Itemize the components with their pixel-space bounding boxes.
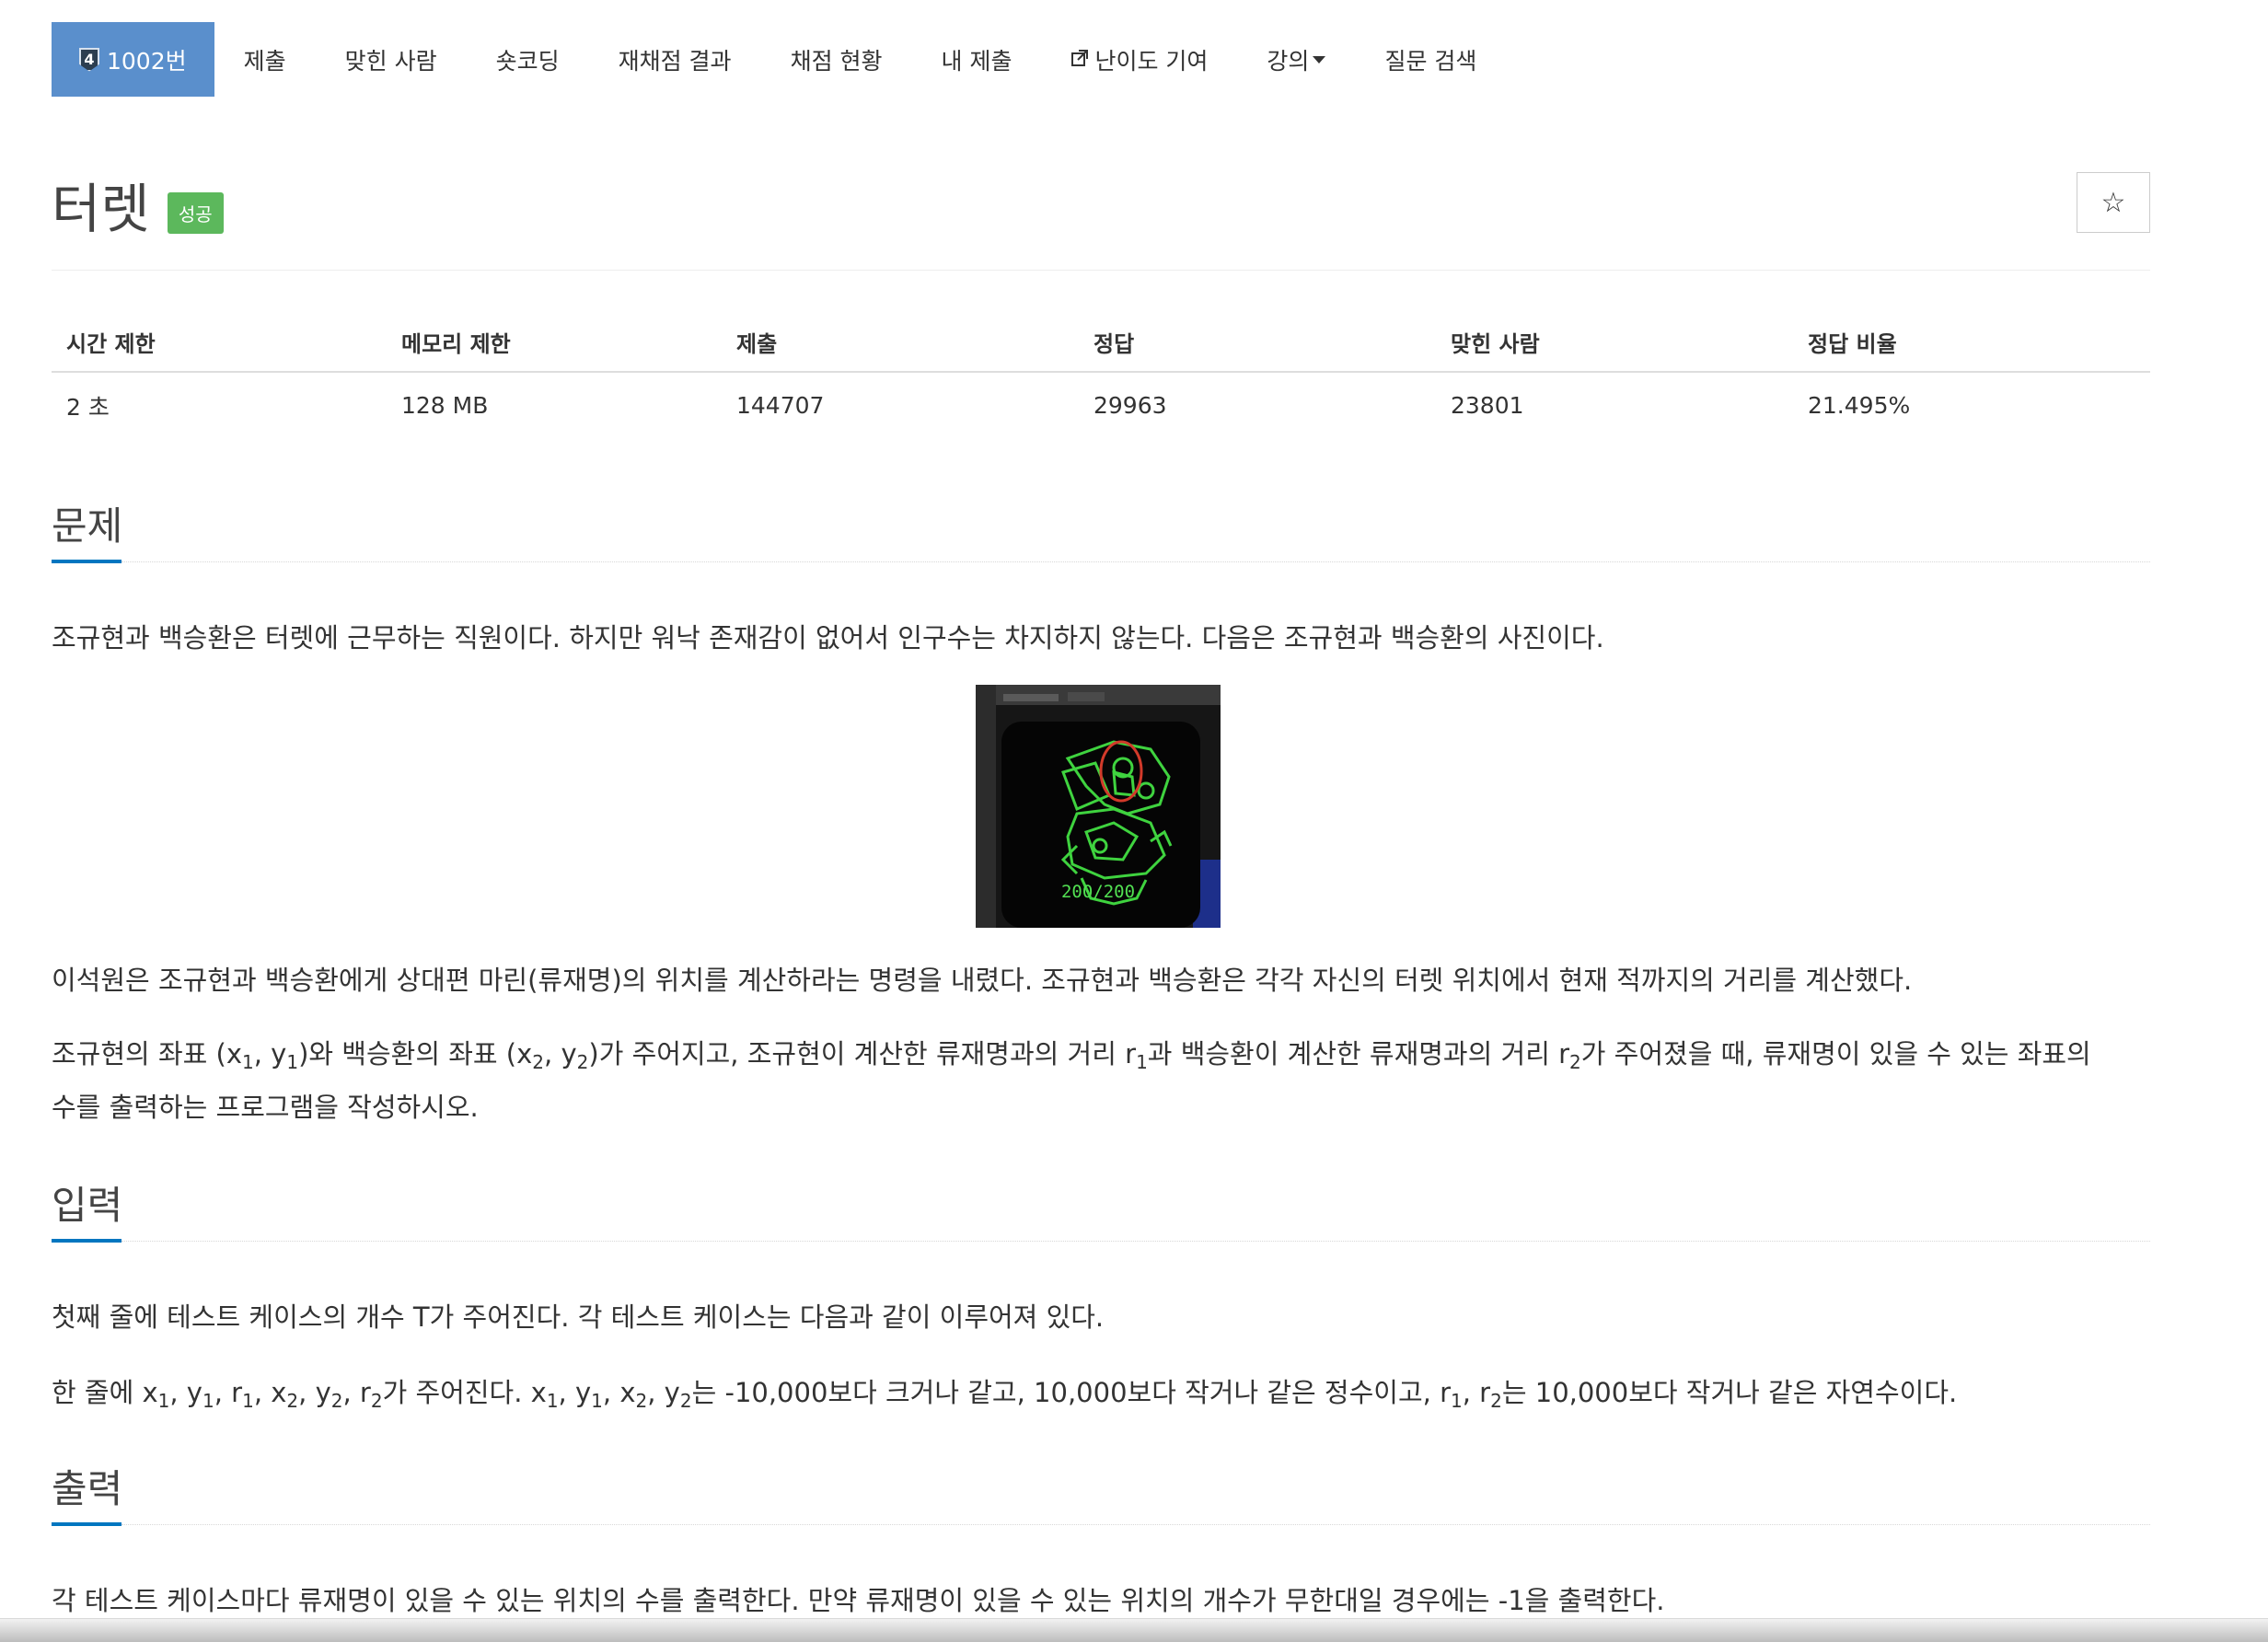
subscript: 2 (330, 1390, 343, 1412)
tab-question-search[interactable]: 질문 검색 (1355, 22, 1506, 97)
section-output-title: 출력 (52, 1466, 123, 1511)
value-ratio: 21.495% (1808, 392, 1911, 419)
subscript: 1 (591, 1390, 603, 1412)
header-accepted: 정답 (1079, 313, 1436, 373)
value-submissions: 144707 (736, 392, 825, 419)
page: 4 1002번 제출 맞힌 사람 숏코딩 재채점 결과 채점 현황 내 제출 난… (0, 0, 2268, 1642)
subscript: 1 (546, 1390, 559, 1412)
info-value-row: 2 초 128 MB 144707 29963 23801 21.495% (52, 372, 2150, 438)
value-solvers: 23801 (1451, 392, 1524, 419)
text-segment: )와 백승환의 좌표 (x (298, 1038, 533, 1070)
problem-paragraph-2: 이석원은 조규현과 백승환에게 상대편 마린(류재명)의 위치를 계산하라는 명… (52, 965, 1913, 996)
result-badge: 성공 (167, 191, 224, 234)
text-segment: 수를 출력하는 프로그램을 작성하시오. (52, 1092, 479, 1123)
text-segment: , x (253, 1377, 287, 1408)
tier-badge-icon: 4 (79, 47, 99, 72)
header-solvers: 맞힌 사람 (1436, 313, 1793, 373)
tab-solvers[interactable]: 맞힌 사람 (316, 22, 467, 97)
section-input-header: 입력 (52, 1174, 2150, 1244)
title-divider (52, 270, 2150, 271)
favorite-star-button[interactable]: ☆ (2077, 172, 2150, 233)
tab-lecture-dropdown[interactable]: 강의 (1237, 22, 1355, 97)
text-segment: 가 주어진다. x (382, 1377, 547, 1408)
problem-paragraph-3: 조규현의 좌표 (x1, y1)와 백승환의 좌표 (x2, y2)가 주어지고… (52, 1027, 2169, 1134)
text-segment: 한 줄에 x (52, 1377, 158, 1408)
tab-status[interactable]: 채점 현황 (761, 22, 912, 97)
section-divider (122, 1241, 2150, 1242)
subscript: 2 (286, 1390, 299, 1412)
input-paragraph-1: 첫째 줄에 테스트 케이스의 개수 T가 주어진다. 각 테스트 케이스는 다음… (52, 1301, 1105, 1333)
caret-down-icon (1313, 55, 1326, 64)
text-segment: , r (1462, 1377, 1491, 1408)
info-header-row: 시간 제한 메모리 제한 제출 정답 맞힌 사람 정답 비율 (52, 313, 2150, 373)
text-segment: , y (298, 1377, 331, 1408)
subscript: 2 (635, 1390, 648, 1412)
text-segment: 가 주어졌을 때, 류재명이 있을 수 있는 좌표의 (1580, 1038, 2091, 1070)
turret-image: 200/200 (976, 685, 1221, 928)
section-underline (52, 1522, 122, 1526)
section-input-title: 입력 (52, 1183, 123, 1228)
subscript: 1 (202, 1390, 214, 1412)
header-memory-limit: 메모리 제한 (387, 313, 722, 373)
subscript: 1 (1451, 1390, 1463, 1412)
tab-rejudge[interactable]: 재채점 결과 (589, 22, 761, 97)
tab-short-coding[interactable]: 숏코딩 (467, 22, 589, 97)
section-output-header: 출력 (52, 1458, 2150, 1528)
section-divider (122, 561, 2150, 562)
turret-image-caption: 200/200 (1060, 882, 1136, 902)
subscript: 1 (157, 1390, 170, 1412)
text-segment: , y (647, 1377, 680, 1408)
value-accepted: 29963 (1094, 392, 1167, 419)
section-underline (52, 1239, 122, 1243)
external-link-icon (1070, 47, 1089, 73)
input-paragraph-2: 한 줄에 x1, y1, r1, x2, y2, r2가 주어진다. x1, y… (52, 1366, 2169, 1419)
title-row: 터렛 성공 ☆ (52, 166, 2150, 269)
window-bottom-edge (0, 1618, 2268, 1642)
section-problem-title: 문제 (52, 503, 123, 549)
text-segment: 과 백승환이 계산한 류재명과의 거리 r (1147, 1038, 1570, 1070)
section-problem-header: 문제 (52, 495, 2150, 565)
subscript: 1 (1136, 1051, 1148, 1073)
text-segment: 조규현의 좌표 (x (52, 1038, 242, 1070)
problem-info-table: 시간 제한 메모리 제한 제출 정답 맞힌 사람 정답 비율 2 초 128 M… (52, 313, 2150, 438)
tab-problem-label: 1002번 (107, 47, 187, 75)
problem-paragraph-1: 조규현과 백승환은 터렛에 근무하는 직원이다. 하지만 워낙 존재감이 없어서… (52, 622, 1604, 653)
subscript: 2 (370, 1390, 383, 1412)
section-underline (52, 560, 122, 563)
text-segment: , x (602, 1377, 636, 1408)
value-memory-limit: 128 MB (401, 392, 489, 419)
tab-submit[interactable]: 제출 (214, 22, 316, 97)
subscript: 2 (576, 1051, 589, 1073)
tab-lecture-label: 강의 (1267, 47, 1310, 75)
subscript: 1 (242, 1051, 254, 1073)
star-icon: ☆ (2100, 186, 2126, 219)
text-segment: , y (558, 1377, 592, 1408)
text-segment: , r (342, 1377, 371, 1408)
text-segment: , y (253, 1038, 287, 1070)
page-title: 터렛 (52, 178, 150, 240)
header-time-limit: 시간 제한 (52, 313, 387, 373)
subscript: 1 (286, 1051, 299, 1073)
text-segment: , y (544, 1038, 577, 1070)
subscript: 1 (242, 1390, 254, 1412)
tab-difficulty-contribution[interactable]: 난이도 기여 (1041, 22, 1237, 97)
header-submissions: 제출 (722, 313, 1079, 373)
section-divider (122, 1524, 2150, 1525)
value-time-limit: 2 초 (66, 393, 110, 421)
subscript: 2 (1490, 1390, 1502, 1412)
text-segment: )가 주어지고, 조규현이 계산한 류재명과의 거리 r (588, 1038, 1137, 1070)
problem-nav: 4 1002번 제출 맞힌 사람 숏코딩 재채점 결과 채점 현황 내 제출 난… (52, 22, 1506, 97)
text-segment: 는 -10,000보다 크거나 같고, 10,000보다 작거나 같은 정수이고… (691, 1377, 1452, 1408)
header-ratio: 정답 비율 (1793, 313, 2150, 373)
tab-difficulty-contribution-label: 난이도 기여 (1094, 47, 1209, 75)
subscript: 2 (1569, 1051, 1581, 1073)
text-segment: , r (214, 1377, 243, 1408)
subscript: 2 (679, 1390, 692, 1412)
text-segment: , y (169, 1377, 202, 1408)
text-segment: 는 10,000보다 작거나 같은 자연수이다. (1501, 1377, 1958, 1408)
subscript: 2 (532, 1051, 545, 1073)
tab-problem[interactable]: 4 1002번 (52, 22, 214, 97)
tab-my-submissions[interactable]: 내 제출 (912, 22, 1042, 97)
